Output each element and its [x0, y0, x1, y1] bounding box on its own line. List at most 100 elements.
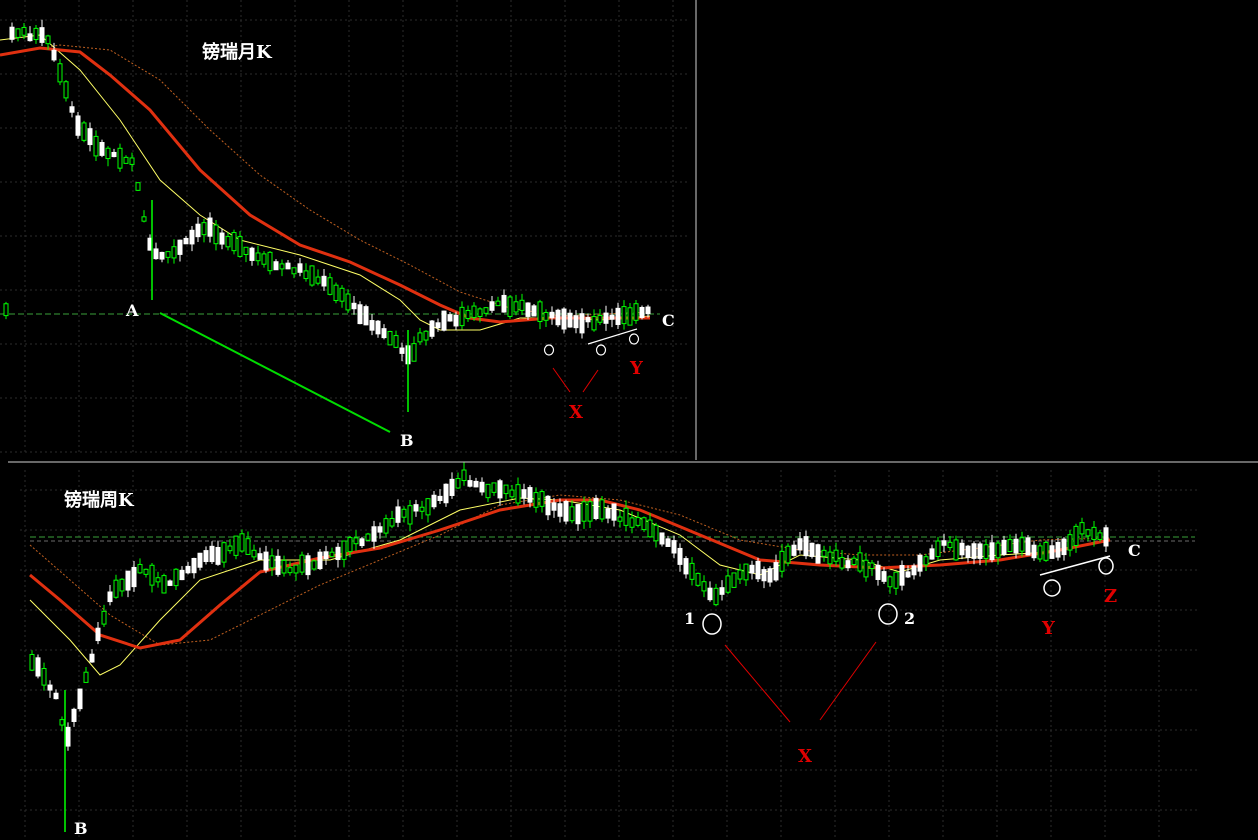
candle-body	[507, 296, 513, 317]
candle-body	[941, 540, 947, 546]
marker-circle	[702, 613, 722, 635]
candle-body	[291, 267, 297, 275]
candle-body	[419, 506, 425, 512]
candle-body	[225, 236, 231, 248]
candle-body	[113, 579, 119, 598]
candle-body	[479, 481, 485, 493]
candle-body	[299, 554, 305, 573]
candle-body	[887, 576, 893, 588]
candle-body	[749, 564, 755, 574]
candle-body	[539, 491, 545, 507]
candle-body	[167, 580, 173, 586]
label-2-weekly: 2	[904, 609, 915, 628]
candle-body	[329, 551, 335, 558]
candle-body	[761, 569, 767, 582]
candle-body	[587, 501, 593, 522]
candle-body	[327, 277, 333, 295]
candle-body	[381, 328, 387, 339]
candle-body	[441, 310, 447, 331]
candle-body	[393, 335, 399, 348]
candle-body	[827, 551, 833, 565]
candle-body	[509, 489, 515, 498]
candle-body	[435, 322, 441, 329]
candle-body	[549, 311, 555, 319]
candle-body	[977, 543, 983, 559]
candles	[3, 19, 1109, 832]
candle-body	[123, 156, 129, 164]
candle-body	[809, 542, 815, 557]
candle-body	[207, 217, 213, 237]
candle-body	[1085, 529, 1091, 537]
candle-body	[725, 575, 731, 593]
candle-body	[1007, 539, 1013, 553]
candle-body	[47, 684, 53, 691]
candle-body	[431, 494, 437, 508]
candle-body	[213, 224, 219, 245]
candle-body	[321, 275, 327, 287]
forex-chart: 镑瑞月K A B C X Y 镑瑞周K B C 1 2 X Y Z	[0, 0, 1258, 840]
candle-body	[93, 135, 99, 157]
candle-body	[395, 506, 401, 523]
candle-body	[149, 564, 155, 586]
candle-body	[591, 316, 597, 331]
candle-body	[467, 480, 473, 487]
candle-body	[881, 571, 887, 582]
candle-body	[233, 535, 239, 556]
candle-body	[29, 653, 35, 671]
monthly-title: 镑瑞月K	[202, 41, 273, 63]
candle-body	[77, 688, 83, 710]
candle-body	[971, 543, 977, 559]
x-pointer-line	[552, 367, 571, 393]
candle-body	[443, 483, 449, 504]
candle-body	[21, 26, 27, 36]
candle-body	[423, 330, 429, 341]
marker-circle	[1043, 579, 1061, 597]
candle-body	[923, 556, 929, 566]
candle-body	[185, 565, 191, 574]
candle-body	[117, 147, 123, 169]
candle-body	[203, 550, 209, 563]
candle-body	[1037, 545, 1043, 560]
candle-body	[533, 492, 539, 508]
ma-dotted-monthly	[0, 44, 651, 317]
candle-body	[275, 555, 281, 575]
candle-body	[543, 311, 549, 321]
candle-body	[363, 306, 369, 326]
candle-body	[621, 306, 627, 325]
marker-circle	[628, 333, 640, 345]
candle-body	[83, 671, 89, 683]
candle-body	[707, 587, 713, 601]
label-b-monthly: B	[400, 431, 414, 450]
candle-body	[573, 315, 579, 329]
candle-body	[1103, 527, 1109, 547]
candle-body	[219, 232, 225, 245]
candle-body	[605, 508, 611, 519]
candle-body	[821, 549, 827, 557]
candle-body	[375, 320, 381, 335]
candle-body	[9, 26, 15, 40]
candle-body	[39, 27, 45, 43]
candle-body	[255, 252, 261, 262]
candle-body	[417, 332, 423, 343]
candle-body	[257, 553, 263, 560]
candle-body	[615, 307, 621, 325]
candle-body	[171, 246, 177, 259]
candle-body	[125, 570, 131, 591]
candle-body	[1031, 544, 1037, 559]
candle-body	[45, 35, 51, 45]
candle-body	[519, 299, 525, 311]
label-1-weekly: 1	[684, 609, 695, 628]
candle-body	[839, 557, 845, 569]
candle-body	[377, 526, 383, 533]
candle-body	[135, 182, 141, 191]
candle-body	[905, 571, 911, 578]
candle-body	[201, 222, 207, 236]
candle-body	[513, 301, 519, 313]
candle-body	[179, 569, 185, 581]
candle-body	[579, 313, 585, 334]
candle-body	[737, 569, 743, 580]
candle-body	[875, 564, 881, 580]
candle-body	[773, 562, 779, 581]
candle-body	[537, 301, 543, 323]
candle-body	[365, 533, 371, 541]
